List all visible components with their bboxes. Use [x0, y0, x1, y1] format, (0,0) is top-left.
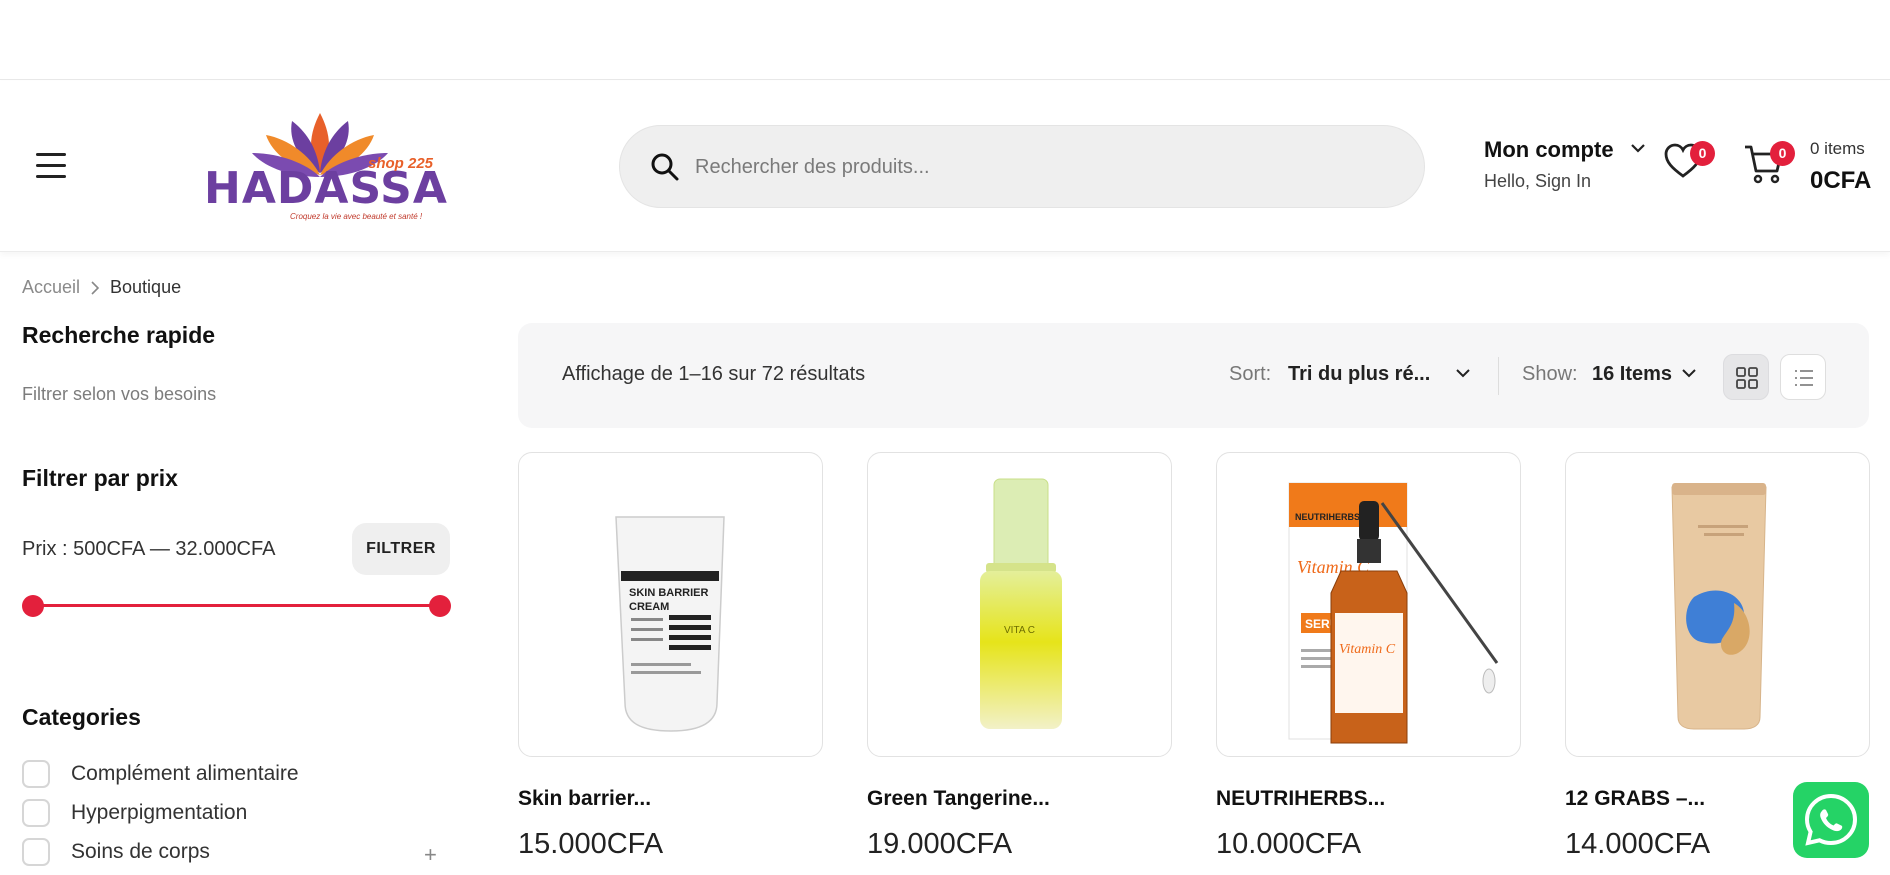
quick-search-title: Recherche rapide [22, 322, 216, 348]
breadcrumb: Accueil Boutique [22, 277, 181, 298]
cart-count-badge: 0 [1770, 141, 1795, 166]
sort-label: Sort: [1229, 363, 1272, 385]
search-bar [619, 125, 1425, 208]
logo-tagline: Croquez la vie avec beauté et santé ! [290, 212, 423, 221]
breadcrumb-home-link[interactable]: Accueil [22, 277, 80, 298]
breadcrumb-current: Boutique [110, 277, 182, 297]
account-subtitle: Hello, Sign In [1484, 171, 1592, 191]
product-image-card[interactable]: SKIN BARRIER CREAM [518, 452, 823, 757]
chevron-down-icon [1631, 144, 1645, 153]
shop-toolbar: Affichage de 1–16 sur 72 résultats Sort:… [518, 323, 1869, 428]
chevron-down-icon [1456, 369, 1470, 378]
search-icon[interactable] [650, 152, 680, 182]
product-image-text: SKIN BARRIER [629, 587, 709, 599]
product-price: 19.000CFA [867, 828, 1013, 860]
sort-value: Tri du plus ré... [1288, 363, 1431, 385]
cart-summary[interactable]: 0 items 0CFA [1810, 139, 1871, 195]
expand-category-plus-icon[interactable]: + [424, 842, 437, 868]
show-select[interactable]: 16 Items [1592, 357, 1702, 397]
product-image-text: CREAM [629, 601, 669, 613]
category-item[interactable]: Soins de corps [22, 838, 210, 866]
category-item[interactable]: Hyperpigmentation [22, 799, 247, 827]
wishlist-count-badge: 0 [1690, 141, 1715, 166]
product-name[interactable]: NEUTRIHERBS... [1216, 787, 1385, 811]
product-image-card[interactable]: NEUTRIHERBS Vitamin C SERUM Vitamin C [1216, 452, 1521, 757]
category-item[interactable]: Complément alimentaire [22, 760, 299, 788]
category-checkbox[interactable] [22, 760, 50, 788]
grid-icon [1736, 367, 1758, 389]
price-range-label: Prix : 500CFA — 32.000CFA [22, 538, 276, 560]
account-title: Mon compte [1484, 137, 1614, 162]
show-label: Show: [1522, 363, 1578, 385]
account-menu[interactable]: Mon compte Hello, Sign In [1484, 137, 1645, 192]
product-image-text: NEUTRIHERBS [1295, 512, 1360, 522]
price-filter-title: Filtrer par prix [22, 465, 178, 491]
product-name[interactable]: Green Tangerine... [867, 787, 1050, 811]
menu-icon[interactable] [36, 153, 66, 179]
product-price: 10.000CFA [1216, 828, 1362, 860]
sort-select[interactable]: Tri du plus ré... [1288, 357, 1488, 397]
product-name[interactable]: Skin barrier... [518, 787, 651, 811]
chevron-down-icon [1682, 369, 1696, 378]
category-label: Complément alimentaire [71, 762, 299, 785]
cart-button[interactable]: 0 [1743, 141, 1795, 187]
product-image-card[interactable]: VITA C [867, 452, 1172, 757]
site-header: HADASSA shop 225 Croquez la vie avec bea… [0, 81, 1890, 252]
product-image-card[interactable] [1565, 452, 1870, 757]
category-label: Soins de corps [71, 840, 210, 863]
product-image: VITA C [980, 478, 1062, 729]
whatsapp-chat-button[interactable] [1793, 782, 1869, 858]
product-image: SKIN BARRIER CREAM [615, 516, 725, 732]
cart-total: 0CFA [1810, 167, 1872, 194]
categories-title: Categories [22, 704, 141, 730]
list-icon [1795, 370, 1813, 386]
category-checkbox[interactable] [22, 799, 50, 827]
logo-sub: shop 225 [368, 155, 434, 172]
price-slider-max-handle[interactable] [429, 595, 451, 617]
filter-button[interactable]: FILTRER [352, 523, 450, 575]
show-value: 16 Items [1592, 363, 1673, 385]
price-slider-track[interactable] [32, 604, 440, 607]
product-image-text: VITA C [1004, 625, 1035, 636]
product-price: 15.000CFA [518, 828, 664, 860]
svg-text:Vitamin C: Vitamin C [1339, 642, 1396, 657]
product-image [1671, 483, 1767, 730]
category-checkbox[interactable] [22, 838, 50, 866]
wishlist-button[interactable]: 0 [1664, 141, 1715, 183]
list-view-button[interactable] [1780, 354, 1826, 400]
quick-search-subtitle: Filtrer selon vos besoins [22, 384, 217, 404]
result-count: Affichage de 1–16 sur 72 résultats [562, 363, 866, 385]
product-price: 14.000CFA [1565, 828, 1711, 860]
top-bar [0, 0, 1890, 80]
grid-view-button[interactable] [1723, 354, 1769, 400]
search-input[interactable] [695, 144, 1395, 190]
product-image: NEUTRIHERBS Vitamin C SERUM Vitamin C [1288, 482, 1499, 744]
site-logo[interactable]: HADASSA shop 225 Croquez la vie avec bea… [200, 111, 447, 226]
product-name[interactable]: 12 GRABS –... [1565, 787, 1705, 811]
category-label: Hyperpigmentation [71, 801, 248, 824]
toolbar-divider [1498, 357, 1499, 395]
price-slider-min-handle[interactable] [22, 595, 44, 617]
cart-items-count: 0 items [1810, 139, 1865, 158]
chevron-right-icon [91, 280, 100, 295]
whatsapp-icon [1804, 793, 1858, 846]
